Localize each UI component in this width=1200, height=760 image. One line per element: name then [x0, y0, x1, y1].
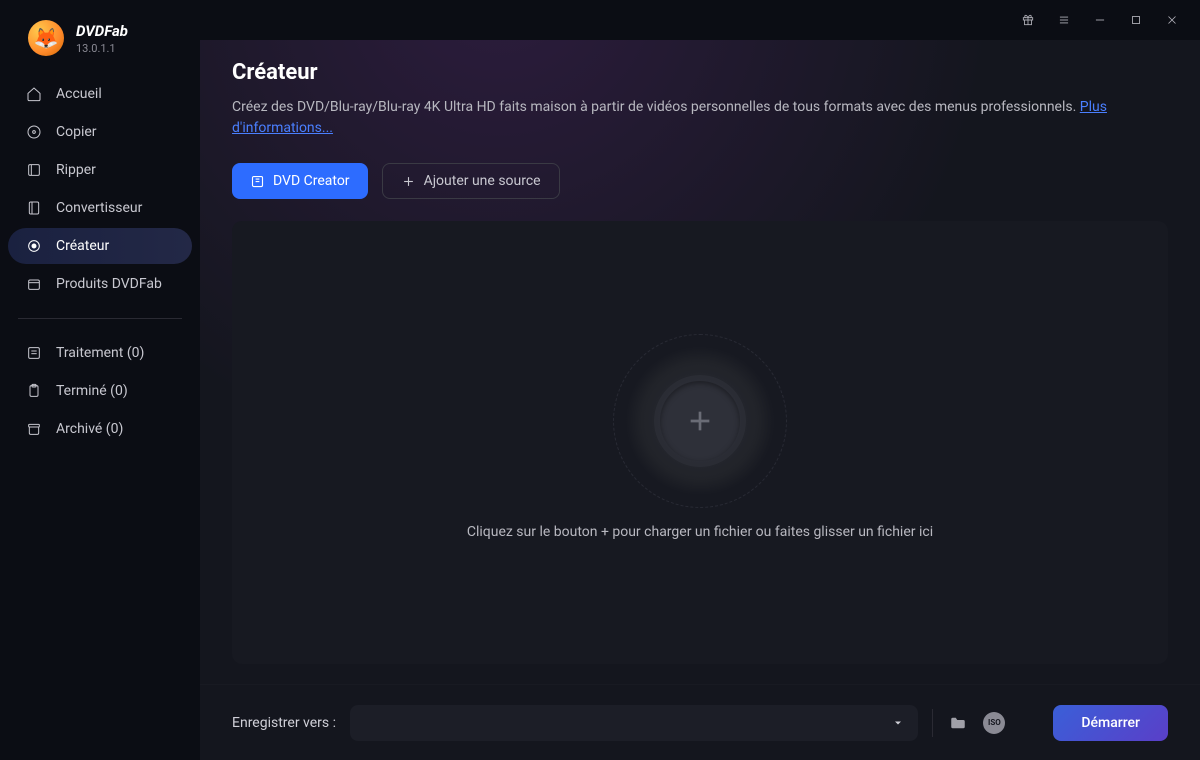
chevron-down-icon	[892, 717, 904, 729]
page-title: Créateur	[232, 60, 1168, 85]
sidebar-item-home[interactable]: Accueil	[8, 76, 192, 112]
close-button[interactable]	[1158, 6, 1186, 34]
sidebar-item-copy[interactable]: Copier	[8, 114, 192, 150]
disc-icon	[26, 124, 42, 140]
start-button[interactable]: Démarrer	[1053, 705, 1168, 741]
archive-icon	[26, 421, 42, 437]
app-name: DVDFab	[76, 22, 128, 40]
converter-icon	[26, 200, 42, 216]
box-icon	[26, 276, 42, 292]
sidebar-item-label: Copier	[56, 124, 97, 140]
ripper-icon	[26, 162, 42, 178]
sidebar-item-label: Produits DVDFab	[56, 276, 162, 292]
main: Créateur Créez des DVD/Blu-ray/Blu-ray 4…	[200, 0, 1200, 760]
minimize-button[interactable]	[1086, 6, 1114, 34]
sidebar-item-label: Archivé (0)	[56, 421, 123, 437]
folder-icon	[949, 714, 967, 732]
logo-icon: 🦊	[28, 20, 64, 56]
sidebar-item-products[interactable]: Produits DVDFab	[8, 266, 192, 302]
menu-icon[interactable]	[1050, 6, 1078, 34]
add-file-button[interactable]	[660, 381, 740, 461]
sidebar-item-done[interactable]: Terminé (0)	[8, 373, 192, 409]
nav-status: Traitement (0) Terminé (0) Archivé (0)	[0, 335, 200, 447]
titlebar	[200, 0, 1200, 40]
sidebar-item-label: Terminé (0)	[56, 383, 128, 399]
target-icon	[26, 238, 42, 254]
plus-icon	[401, 174, 416, 189]
sidebar-item-processing[interactable]: Traitement (0)	[8, 335, 192, 371]
divider	[932, 709, 933, 737]
list-icon	[26, 345, 42, 361]
folder-button[interactable]	[947, 712, 969, 734]
app-version: 13.0.1.1	[76, 42, 128, 55]
add-source-button[interactable]: Ajouter une source	[382, 163, 560, 199]
nav-divider	[18, 318, 182, 319]
save-destination-select[interactable]	[350, 705, 918, 741]
sidebar-item-creator[interactable]: Créateur	[8, 228, 192, 264]
gift-icon[interactable]	[1014, 6, 1042, 34]
nav-main: Accueil Copier Ripper Convertisseur Créa…	[0, 76, 200, 302]
sidebar-item-label: Créateur	[56, 238, 109, 254]
dropzone-circle	[625, 346, 775, 496]
sidebar-item-label: Accueil	[56, 86, 102, 102]
app-logo: 🦊 DVDFab 13.0.1.1	[0, 20, 200, 76]
page-description: Créez des DVD/Blu-ray/Blu-ray 4K Ultra H…	[232, 97, 1168, 139]
dropzone-text: Cliquez sur le bouton + pour charger un …	[467, 524, 933, 540]
iso-button[interactable]: ISO	[983, 712, 1005, 734]
maximize-button[interactable]	[1122, 6, 1150, 34]
clipboard-icon	[26, 383, 42, 399]
sidebar-item-converter[interactable]: Convertisseur	[8, 190, 192, 226]
sidebar-item-label: Convertisseur	[56, 200, 142, 216]
sidebar-item-label: Ripper	[56, 162, 96, 178]
sidebar-item-ripper[interactable]: Ripper	[8, 152, 192, 188]
save-to-label: Enregistrer vers :	[232, 715, 336, 731]
dvd-creator-button[interactable]: DVD Creator	[232, 163, 368, 199]
content: Créateur Créez des DVD/Blu-ray/Blu-ray 4…	[200, 40, 1200, 684]
footer: Enregistrer vers : ISO Démarrer	[200, 684, 1200, 760]
sidebar: 🦊 DVDFab 13.0.1.1 Accueil Copier Ripper …	[0, 0, 200, 760]
creator-mode-icon	[250, 174, 265, 189]
action-bar: DVD Creator Ajouter une source	[232, 163, 1168, 199]
sidebar-item-archived[interactable]: Archivé (0)	[8, 411, 192, 447]
plus-icon	[684, 405, 716, 437]
home-icon	[26, 86, 42, 102]
dropzone[interactable]: Cliquez sur le bouton + pour charger un …	[232, 221, 1168, 664]
sidebar-item-label: Traitement (0)	[56, 345, 144, 361]
